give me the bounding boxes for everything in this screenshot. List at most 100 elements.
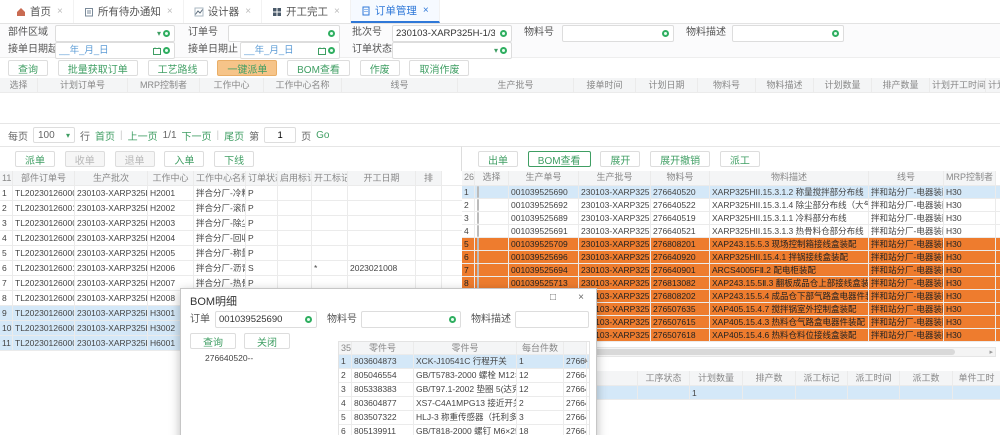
receive-date-to-field[interactable] (240, 42, 340, 59)
return-order-button[interactable]: 退单 (115, 151, 155, 167)
green-dot-icon[interactable] (328, 47, 335, 54)
receive-date-from-field[interactable] (55, 42, 175, 59)
scroll-up-icon[interactable]: ▲ (582, 356, 589, 365)
modal-material-input[interactable] (362, 313, 447, 326)
enter-order-button[interactable]: 入单 (164, 151, 204, 167)
process-route-button[interactable]: 工艺路线 (148, 60, 208, 76)
modal-order-field[interactable] (215, 311, 317, 328)
table-row[interactable]: 2 TL202301260010 230103-XARP325H-1/3 H20… (0, 201, 462, 216)
page-number-input[interactable] (264, 127, 296, 143)
table-row[interactable]: 7 001039525694 230103-XARP325H-1/3 27664… (462, 264, 1000, 277)
table-row[interactable]: 2 001039525692 230103-XARP325H-1/3 27664… (462, 199, 1000, 212)
tab-work-completion[interactable]: 开工完工 × (262, 0, 351, 23)
order-no-input[interactable] (229, 27, 326, 40)
calendar-icon[interactable] (318, 47, 326, 55)
table-row[interactable]: 3 TL202301260001 230103-XARP325H-1/3 H20… (0, 216, 462, 231)
table-row[interactable]: 1 803604873 XCK-J10541C 行程开关 1 276640 (339, 355, 589, 369)
table-row[interactable]: 5 803507322 HLJ-3 称重传感器（托利多） 3 276640 (339, 411, 589, 425)
last-page-link[interactable]: 尾页 (224, 128, 244, 143)
green-dot-icon[interactable] (449, 316, 456, 323)
green-dot-icon[interactable] (163, 47, 170, 54)
table-row[interactable]: 1 001039525690 230103-XARP325H-1/3 27664… (462, 186, 1000, 199)
row-checkbox[interactable] (477, 264, 479, 276)
table-row[interactable]: 6 805139911 GB/T818-2000 螺钉 M6×25(达克罗 18… (339, 425, 589, 435)
receive-date-to-input[interactable] (241, 44, 318, 57)
modal-material-field[interactable] (361, 311, 461, 328)
table-row[interactable]: 3 001039525689 230103-XARP325H-1/3 27664… (462, 212, 1000, 225)
go-button[interactable]: Go (316, 130, 329, 141)
calendar-icon[interactable] (153, 47, 161, 55)
green-dot-icon[interactable] (305, 316, 312, 323)
green-dot-icon[interactable] (662, 30, 669, 37)
table-row[interactable]: 5 TL202301260006 230103-XARP325H-1/3 H20… (0, 246, 462, 261)
first-page-link[interactable]: 首页 (95, 128, 115, 143)
receive-order-button[interactable]: 收单 (65, 151, 105, 167)
row-checkbox[interactable] (477, 251, 479, 263)
tab-close-icon[interactable]: × (334, 6, 340, 17)
tab-home[interactable]: 首页 × (6, 0, 74, 23)
next-page-link[interactable]: 下一页 (182, 128, 212, 143)
table-row[interactable]: 5 001039525709 230103-XARP325H-1/3 27680… (462, 238, 1000, 251)
void-button[interactable]: 作废 (360, 60, 400, 76)
green-dot-icon[interactable] (163, 30, 170, 37)
row-checkbox[interactable] (477, 199, 479, 211)
modal-desc-input[interactable] (516, 313, 588, 326)
batch-no-field[interactable] (392, 25, 512, 42)
row-checkbox[interactable] (477, 186, 479, 198)
batch-no-input[interactable] (393, 27, 498, 40)
batch-fetch-orders-button[interactable]: 批量获取订单 (58, 60, 138, 76)
dispatch-order-button[interactable]: 派单 (15, 151, 55, 167)
receive-date-from-input[interactable] (56, 44, 153, 57)
tab-close-icon[interactable]: × (245, 6, 251, 17)
tab-close-icon[interactable]: × (167, 6, 173, 17)
table-row[interactable]: 1 TL202301260005 230103-XARP325H-1/3 H20… (0, 186, 462, 201)
cancel-void-button[interactable]: 取消作废 (409, 60, 469, 76)
minimize-icon[interactable]: □ (550, 292, 556, 303)
tab-close-icon[interactable]: × (423, 5, 429, 16)
modal-desc-field[interactable] (515, 311, 589, 328)
tab-close-icon[interactable]: × (57, 6, 63, 17)
table-row[interactable]: 6 TL202301260011 230103-XARP325H-1/3 H20… (0, 261, 462, 276)
scroll-right-icon[interactable]: ▸ (989, 348, 993, 357)
issue-order-button[interactable]: 出单 (478, 151, 518, 167)
bom-view-button[interactable]: BOM查看 (528, 151, 591, 167)
row-checkbox[interactable] (477, 225, 479, 237)
green-dot-icon[interactable] (500, 30, 507, 37)
green-dot-icon[interactable] (328, 30, 335, 37)
row-checkbox[interactable] (477, 238, 479, 250)
tab-notifications[interactable]: 所有待办通知 × (74, 0, 184, 23)
order-status-input[interactable] (393, 44, 494, 57)
offline-button[interactable]: 下线 (214, 151, 254, 167)
modal-query-button[interactable]: 查询 (190, 333, 236, 349)
table-row[interactable]: 4 803604877 XS7-C4A1MPG13 接近开关 2 276640 (339, 397, 589, 411)
row-checkbox[interactable] (477, 212, 479, 224)
material-no-field[interactable] (562, 25, 674, 42)
table-row[interactable]: 4 TL202301260003 230103-XARP325H-1/3 H20… (0, 231, 462, 246)
part-area-input[interactable] (56, 27, 157, 40)
one-key-dispatch-button[interactable]: 一键派单 (217, 60, 277, 76)
dispatch-work-button[interactable]: 派工 (720, 151, 760, 167)
expand-undo-button[interactable]: 展开撤销 (650, 151, 710, 167)
expand-button[interactable]: 展开 (600, 151, 640, 167)
prev-page-link[interactable]: 上一页 (128, 128, 158, 143)
tab-order-management[interactable]: 订单管理 × (351, 0, 440, 23)
table-row[interactable]: 2 805046554 GB/T5783-2000 螺栓 M12×60(达克 1… (339, 369, 589, 383)
per-page-select[interactable]: 100▾ (33, 127, 75, 143)
modal-order-input[interactable] (216, 313, 303, 326)
table-row[interactable]: 3 805338383 GB/T97.1-2002 垫圈 5(达克罗) 12 2… (339, 383, 589, 397)
tab-designer[interactable]: 设计器 × (184, 0, 262, 23)
order-no-field[interactable] (228, 25, 340, 42)
material-desc-input[interactable] (733, 27, 830, 40)
close-icon[interactable]: × (578, 292, 584, 303)
modal-close-button[interactable]: 关闭 (244, 333, 290, 349)
table-row[interactable]: 4 001039525691 230103-XARP325H-1/3 27664… (462, 225, 1000, 238)
bom-tree-node[interactable]: 276640520-- (205, 353, 253, 363)
green-dot-icon[interactable] (832, 30, 839, 37)
order-status-select[interactable]: ▾ (392, 42, 512, 59)
material-no-input[interactable] (563, 27, 660, 40)
query-button[interactable]: 查询 (8, 60, 48, 76)
bom-view-button[interactable]: BOM查看 (287, 60, 350, 76)
table-row[interactable]: 6 001039525696 230103-XARP325H-1/3 27664… (462, 251, 1000, 264)
green-dot-icon[interactable] (500, 47, 507, 54)
material-desc-field[interactable] (732, 25, 844, 42)
